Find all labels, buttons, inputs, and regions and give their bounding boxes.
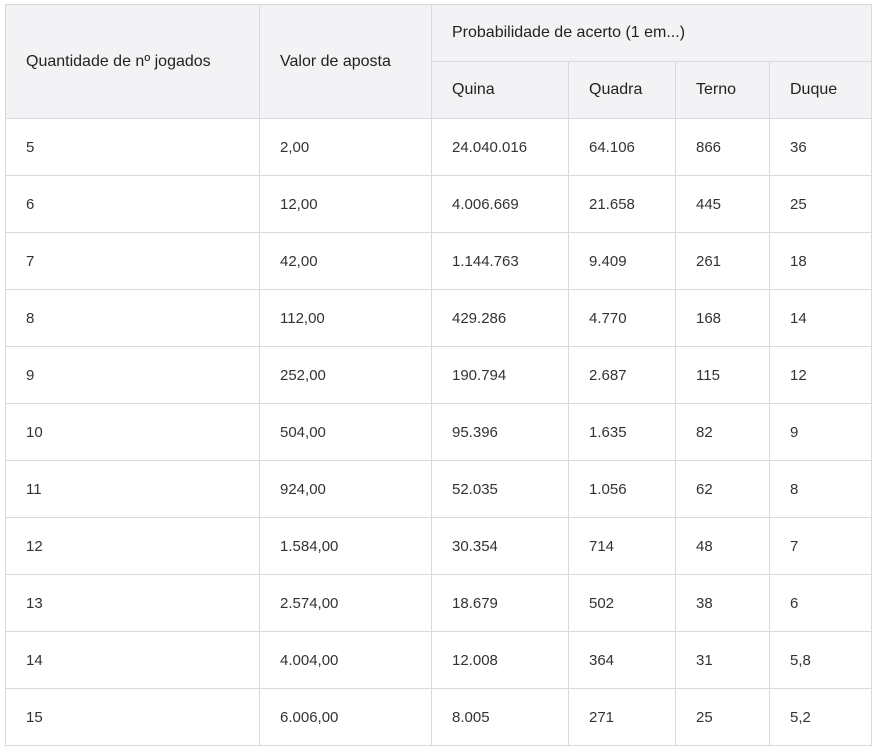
header-valor-aposta: Valor de aposta: [259, 4, 432, 119]
table-row: 11 924,00 52.035 1.056 62 8: [5, 460, 873, 518]
table-header: Quantidade de nº jogados Valor de aposta…: [5, 4, 873, 119]
quantidade-cell: 6: [5, 175, 260, 233]
valor-cell: 42,00: [259, 232, 432, 290]
valor-cell: 2.574,00: [259, 574, 432, 632]
valor-cell: 12,00: [259, 175, 432, 233]
header-terno: Terno: [675, 61, 770, 119]
duque-cell: 6: [768, 574, 873, 632]
terno-cell: 261: [675, 232, 770, 290]
terno-cell: 48: [675, 517, 770, 575]
duque-cell: 5,8: [768, 631, 873, 689]
quadra-cell: 64.106: [568, 118, 676, 176]
quina-cell: 429.286: [431, 289, 569, 347]
quantidade-cell: 13: [5, 574, 260, 632]
quina-cell: 95.396: [431, 403, 569, 461]
table-row: 8 112,00 429.286 4.770 168 14: [5, 289, 873, 347]
quina-cell: 8.005: [431, 688, 569, 746]
quadra-cell: 714: [568, 517, 676, 575]
duque-cell: 7: [768, 517, 873, 575]
valor-cell: 924,00: [259, 460, 432, 518]
terno-cell: 866: [675, 118, 770, 176]
table-row: 6 12,00 4.006.669 21.658 445 25: [5, 175, 873, 233]
quadra-cell: 364: [568, 631, 676, 689]
table-row: 15 6.006,00 8.005 271 25 5,2: [5, 688, 873, 746]
duque-cell: 9: [768, 403, 873, 461]
duque-cell: 8: [768, 460, 873, 518]
quantidade-cell: 5: [5, 118, 260, 176]
table-row: 14 4.004,00 12.008 364 31 5,8: [5, 631, 873, 689]
terno-cell: 168: [675, 289, 770, 347]
quadra-cell: 4.770: [568, 289, 676, 347]
table-row: 7 42,00 1.144.763 9.409 261 18: [5, 232, 873, 290]
valor-cell: 4.004,00: [259, 631, 432, 689]
terno-cell: 82: [675, 403, 770, 461]
terno-cell: 31: [675, 631, 770, 689]
table-row: 9 252,00 190.794 2.687 115 12: [5, 346, 873, 404]
valor-cell: 504,00: [259, 403, 432, 461]
quina-cell: 18.679: [431, 574, 569, 632]
valor-cell: 6.006,00: [259, 688, 432, 746]
valor-cell: 252,00: [259, 346, 432, 404]
quantidade-cell: 14: [5, 631, 260, 689]
duque-cell: 25: [768, 175, 873, 233]
quina-cell: 12.008: [431, 631, 569, 689]
header-quina: Quina: [431, 61, 569, 119]
terno-cell: 115: [675, 346, 770, 404]
duque-cell: 36: [768, 118, 873, 176]
valor-cell: 112,00: [259, 289, 432, 347]
terno-cell: 62: [675, 460, 770, 518]
header-quadra: Quadra: [568, 61, 676, 119]
duque-cell: 12: [768, 346, 873, 404]
terno-cell: 25: [675, 688, 770, 746]
quantidade-cell: 9: [5, 346, 260, 404]
quadra-cell: 1.056: [568, 460, 676, 518]
header-probabilidade: Probabilidade de acerto (1 em...): [430, 4, 873, 62]
odds-table-container: Quantidade de nº jogados Valor de aposta…: [5, 4, 873, 746]
quina-cell: 30.354: [431, 517, 569, 575]
odds-table: Quantidade de nº jogados Valor de aposta…: [5, 4, 873, 746]
quadra-cell: 1.635: [568, 403, 676, 461]
quadra-cell: 9.409: [568, 232, 676, 290]
quadra-cell: 271: [568, 688, 676, 746]
table-row: 10 504,00 95.396 1.635 82 9: [5, 403, 873, 461]
quadra-cell: 21.658: [568, 175, 676, 233]
quina-cell: 190.794: [431, 346, 569, 404]
quantidade-cell: 12: [5, 517, 260, 575]
quadra-cell: 2.687: [568, 346, 676, 404]
table-body: 5 2,00 24.040.016 64.106 866 36 6 12,00 4.006.66…: [5, 118, 873, 746]
valor-cell: 1.584,00: [259, 517, 432, 575]
duque-cell: 5,2: [768, 688, 873, 746]
header-quantidade: Quantidade de nº jogados: [5, 4, 260, 119]
duque-cell: 18: [768, 232, 873, 290]
duque-cell: 14: [768, 289, 873, 347]
quantidade-cell: 10: [5, 403, 260, 461]
valor-cell: 2,00: [259, 118, 432, 176]
quadra-cell: 502: [568, 574, 676, 632]
table-row: 5 2,00 24.040.016 64.106 866 36: [5, 118, 873, 176]
terno-cell: 38: [675, 574, 770, 632]
table-row: 12 1.584,00 30.354 714 48 7: [5, 517, 873, 575]
quina-cell: 52.035: [431, 460, 569, 518]
table-row: 13 2.574,00 18.679 502 38 6: [5, 574, 873, 632]
header-duque: Duque: [768, 61, 873, 119]
quantidade-cell: 8: [5, 289, 260, 347]
quantidade-cell: 7: [5, 232, 260, 290]
quina-cell: 1.144.763: [431, 232, 569, 290]
terno-cell: 445: [675, 175, 770, 233]
quina-cell: 4.006.669: [431, 175, 569, 233]
quantidade-cell: 15: [5, 688, 260, 746]
quina-cell: 24.040.016: [431, 118, 569, 176]
quantidade-cell: 11: [5, 460, 260, 518]
